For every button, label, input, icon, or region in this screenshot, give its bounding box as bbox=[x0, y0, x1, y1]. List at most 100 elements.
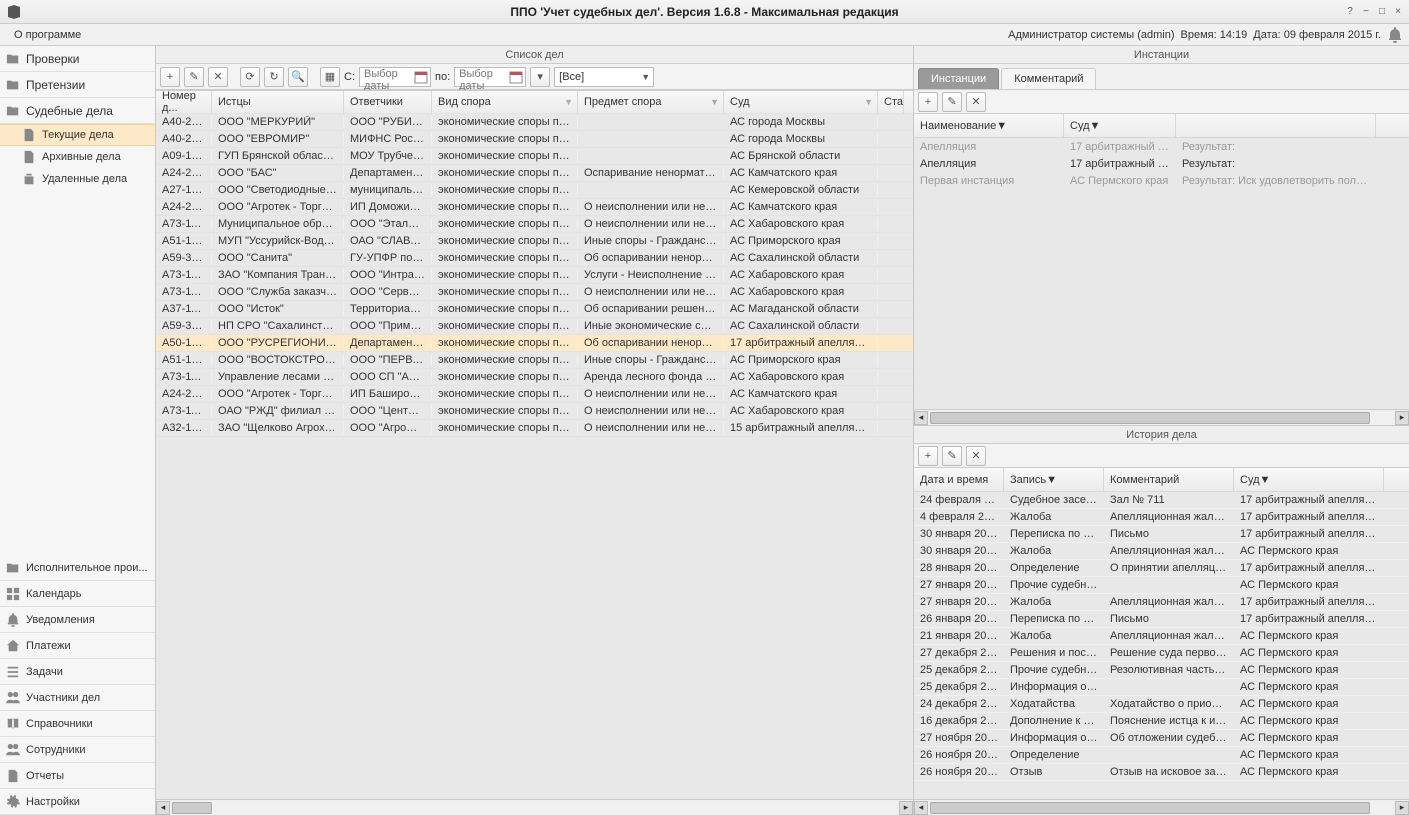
hist-add-button[interactable]: + bbox=[918, 446, 938, 466]
all-combo[interactable]: [Все]▼ bbox=[554, 67, 654, 87]
help-icon[interactable]: ? bbox=[1343, 5, 1357, 19]
filter-icon[interactable]: ▼ bbox=[864, 97, 873, 107]
grid-body[interactable]: А40-20105...ООО "МЕРКУРИЙ"ООО "РУБИКОН"э… bbox=[156, 114, 913, 799]
table-row[interactable]: А40-20105...ООО "МЕРКУРИЙ"ООО "РУБИКОН"э… bbox=[156, 114, 913, 131]
table-row[interactable]: А73-1132/...ЗАО "Компания ТрансТелеК...О… bbox=[156, 267, 913, 284]
refresh-button[interactable]: ↻ bbox=[264, 67, 284, 87]
inst-col-name[interactable]: Наименование▼ bbox=[914, 114, 1064, 137]
menu-about[interactable]: О программе bbox=[6, 27, 89, 43]
table-row[interactable]: А40-20274...ООО "ЕВРОМИР"МИФНС Росси...э… bbox=[156, 131, 913, 148]
col-number[interactable]: Номер д... bbox=[156, 91, 212, 113]
filter-icon[interactable]: ▼ bbox=[710, 97, 719, 107]
minimize-icon[interactable]: − bbox=[1359, 5, 1373, 19]
instance-row[interactable]: Апелляция17 арбитражный апелл...Результа… bbox=[914, 138, 1409, 155]
col-plaintiffs[interactable]: Истцы bbox=[212, 91, 344, 113]
inst-add-button[interactable]: + bbox=[918, 92, 938, 112]
col-status[interactable]: Ста bbox=[878, 91, 904, 113]
table-row[interactable]: А59-309/2...НП СРО "Сахалинстрой"ООО "Пр… bbox=[156, 318, 913, 335]
col-defendants[interactable]: Ответчики bbox=[344, 91, 432, 113]
history-row[interactable]: 24 февраля 2015 г.Судебное заседаниеЗал … bbox=[914, 492, 1409, 509]
inst-edit-button[interactable]: ✎ bbox=[942, 92, 962, 112]
maximize-icon[interactable]: □ bbox=[1375, 5, 1389, 19]
table-row[interactable]: А32-15085...ЗАО "Щелково Агрохим"ООО "Аг… bbox=[156, 420, 913, 437]
edit-button[interactable]: ✎ bbox=[184, 67, 204, 87]
hist-col-rec[interactable]: Запись▼ bbox=[1004, 468, 1104, 491]
table-row[interactable]: А24-269/2...ООО "БАС"Департамент град...… bbox=[156, 165, 913, 182]
sidebar-item-claims[interactable]: Претензии bbox=[0, 72, 155, 98]
sidebar-sub-current[interactable]: Текущие дела bbox=[0, 124, 155, 146]
history-row[interactable]: 27 декабря 2014 г.Решения и постанов...Р… bbox=[914, 645, 1409, 662]
history-row[interactable]: 25 декабря 2014 г.Информация о прин...АС… bbox=[914, 679, 1409, 696]
history-row[interactable]: 27 января 2015 г.Прочие судебные до...АС… bbox=[914, 577, 1409, 594]
table-row[interactable]: А73-1145/...ООО "Служба заказчика по...О… bbox=[156, 284, 913, 301]
sidebar-item-settings[interactable]: Настройки bbox=[0, 789, 155, 815]
history-row[interactable]: 27 ноября 2014 г.Информация о прин...Об … bbox=[914, 730, 1409, 747]
col-type[interactable]: Вид спора▼ bbox=[432, 91, 578, 113]
table-row[interactable]: А51-1832/...ООО "ВОСТОКСТРОЙСЕРВИ...ООО … bbox=[156, 352, 913, 369]
inst-hscrollbar[interactable]: ◂▸ bbox=[914, 409, 1409, 425]
table-row[interactable]: А24-274/2...ООО "Агротек - Торговый д...… bbox=[156, 199, 913, 216]
sidebar-item-payments[interactable]: Платежи bbox=[0, 633, 155, 659]
sidebar-item-calendar[interactable]: Календарь bbox=[0, 581, 155, 607]
history-row[interactable]: 26 ноября 2014 г.ОтзывОтзыв на исковое з… bbox=[914, 764, 1409, 781]
inst-col-court[interactable]: Суд▼ bbox=[1064, 114, 1176, 137]
col-subject[interactable]: Предмет спора▼ bbox=[578, 91, 724, 113]
history-row[interactable]: 16 декабря 2014 г.Дополнение к делуПоясн… bbox=[914, 713, 1409, 730]
sidebar-sub-deleted[interactable]: Удаленные дела bbox=[0, 168, 155, 190]
date-from-input[interactable]: Выбор даты bbox=[359, 67, 431, 87]
hscrollbar[interactable]: ◂ ▸ bbox=[156, 799, 913, 815]
close-icon[interactable]: × bbox=[1391, 5, 1405, 19]
table-row[interactable]: А59-308/2...ООО "Санита"ГУ-УПФР по Доли.… bbox=[156, 250, 913, 267]
filter-icon[interactable]: ▼ bbox=[1046, 474, 1057, 486]
history-row[interactable]: 26 января 2015 г.Переписка по делуПисьмо… bbox=[914, 611, 1409, 628]
history-row[interactable]: 25 декабря 2014 г.Прочие судебные до...Р… bbox=[914, 662, 1409, 679]
scroll-right-icon[interactable]: ▸ bbox=[899, 801, 913, 815]
filter-dropdown-button[interactable]: ▾ bbox=[530, 67, 550, 87]
instance-row[interactable]: Первая инстанцияАС Пермского краяРезульт… bbox=[914, 172, 1409, 189]
search-button[interactable]: 🔍 bbox=[288, 67, 308, 87]
history-row[interactable]: 4 февраля 2015 г.ЖалобаАпелляционная жал… bbox=[914, 509, 1409, 526]
sidebar-item-exec[interactable]: Исполнительное прои... bbox=[0, 555, 155, 581]
inst-col-result[interactable] bbox=[1176, 114, 1376, 137]
table-row[interactable]: А73-1148/...ОАО "РЖД" филиал ДВЖД...ООО … bbox=[156, 403, 913, 420]
hist-col-court[interactable]: Суд▼ bbox=[1234, 468, 1384, 491]
filter-icon[interactable]: ▼ bbox=[996, 120, 1007, 132]
history-row[interactable]: 30 января 2015 г.ЖалобаАпелляционная жал… bbox=[914, 543, 1409, 560]
hist-delete-button[interactable]: ✕ bbox=[966, 446, 986, 466]
sidebar-item-staff[interactable]: Сотрудники bbox=[0, 737, 155, 763]
table-row[interactable]: А09-1489/...ГУП Брянской области "Бря...… bbox=[156, 148, 913, 165]
export-button[interactable]: ▦ bbox=[320, 67, 340, 87]
date-to-input[interactable]: Выбор даты bbox=[454, 67, 526, 87]
sidebar-item-checks[interactable]: Проверки bbox=[0, 46, 155, 72]
table-row[interactable]: А73-1140/...Управление лесами Правите...… bbox=[156, 369, 913, 386]
hist-col-date[interactable]: Дата и время bbox=[914, 468, 1004, 491]
sidebar-sub-archive[interactable]: Архивные дела bbox=[0, 146, 155, 168]
history-row[interactable]: 24 декабря 2014 г.ХодатайстваХодатайство… bbox=[914, 696, 1409, 713]
inst-body[interactable]: Апелляция17 арбитражный апелл...Результа… bbox=[914, 138, 1409, 409]
filter-icon[interactable]: ▼ bbox=[1090, 120, 1101, 132]
add-button[interactable]: + bbox=[160, 67, 180, 87]
sidebar-item-reports[interactable]: Отчеты bbox=[0, 763, 155, 789]
history-row[interactable]: 21 января 2015 г.ЖалобаАпелляционная жал… bbox=[914, 628, 1409, 645]
scroll-thumb[interactable] bbox=[172, 802, 212, 814]
sidebar-item-participants[interactable]: Участники дел bbox=[0, 685, 155, 711]
table-row[interactable]: А37-113/2...ООО "Исток"Территориальн...э… bbox=[156, 301, 913, 318]
hist-edit-button[interactable]: ✎ bbox=[942, 446, 962, 466]
col-court[interactable]: Суд▼ bbox=[724, 91, 878, 113]
delete-button[interactable]: ✕ bbox=[208, 67, 228, 87]
sidebar-item-tasks[interactable]: Задачи bbox=[0, 659, 155, 685]
table-row[interactable]: А50-17997...ООО "РУСРЕГИОНИНВЕСТ"Департа… bbox=[156, 335, 913, 352]
hist-body[interactable]: 24 февраля 2015 г.Судебное заседаниеЗал … bbox=[914, 492, 1409, 799]
inst-delete-button[interactable]: ✕ bbox=[966, 92, 986, 112]
scroll-left-icon[interactable]: ◂ bbox=[156, 801, 170, 815]
table-row[interactable]: А51-1821/...МУП "Уссурийск-Водоканал...О… bbox=[156, 233, 913, 250]
hist-col-com[interactable]: Комментарий bbox=[1104, 468, 1234, 491]
tab-instances[interactable]: Инстанции bbox=[918, 68, 999, 89]
history-row[interactable]: 30 января 2015 г.Переписка по делуПисьмо… bbox=[914, 526, 1409, 543]
bell-icon[interactable] bbox=[1387, 27, 1403, 43]
table-row[interactable]: А24-273/2...ООО "Агротек - Торговый д...… bbox=[156, 386, 913, 403]
filter-icon[interactable]: ▼ bbox=[1260, 474, 1271, 486]
up-button[interactable]: ⟳ bbox=[240, 67, 260, 87]
history-row[interactable]: 28 января 2015 г.ОпределениеО принятии а… bbox=[914, 560, 1409, 577]
filter-icon[interactable]: ▼ bbox=[564, 97, 573, 107]
